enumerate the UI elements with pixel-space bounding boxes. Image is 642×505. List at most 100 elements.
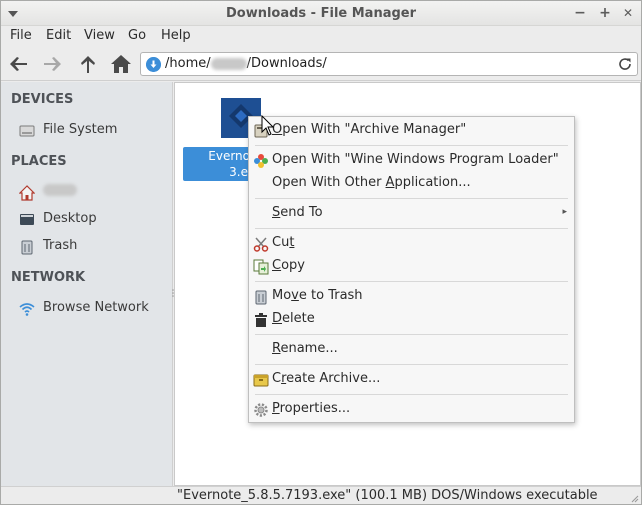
label-text: roperties...	[279, 401, 351, 416]
label-text: e to Trash	[298, 288, 363, 303]
menu-bar: File Edit View Go Help	[1, 26, 641, 48]
sidebar-item-home[interactable]	[19, 183, 169, 203]
menu-file[interactable]: File	[10, 28, 32, 43]
reload-icon[interactable]	[617, 56, 633, 72]
submenu-arrow-icon: ▸	[562, 207, 567, 217]
label-text: ename...	[280, 341, 338, 356]
menu-item-rename[interactable]: Rename...	[249, 339, 574, 361]
sidebar-item-browse-network[interactable]: Browse Network	[19, 299, 169, 319]
menu-item-label: Cut	[272, 235, 294, 250]
redacted-username	[210, 57, 247, 70]
up-button[interactable]	[76, 52, 100, 76]
toolbar: /home/ /Downloads/	[1, 48, 641, 81]
menu-item-create-archive[interactable]: Create Archive...	[249, 369, 574, 391]
file-manager-window: Downloads - File Manager − + ✕ File Edit…	[0, 0, 642, 505]
wine-icon	[254, 154, 268, 168]
sidebar-item-label: Desktop	[43, 211, 97, 226]
menu-item-cut[interactable]: Cut	[249, 233, 574, 255]
menu-separator	[255, 364, 568, 365]
label-text: eate Archive...	[286, 371, 381, 386]
label-text: Open With "Wine Windows Program Loader"	[272, 152, 559, 167]
download-icon	[146, 57, 161, 72]
label-text: opy	[281, 258, 305, 273]
window-title: Downloads - File Manager	[225, 6, 417, 21]
forward-button[interactable]	[40, 52, 64, 76]
menu-go[interactable]: Go	[128, 28, 146, 43]
menu-item-label: Open With "Archive Manager"	[272, 122, 466, 137]
label-text: Open With Other	[272, 175, 386, 190]
menu-item-label: Delete	[272, 311, 315, 326]
home-button[interactable]	[109, 52, 133, 76]
drive-icon	[19, 125, 35, 137]
sidebar-item-file-system[interactable]: File System	[19, 121, 169, 141]
menu-item-label: Open With Other Application...	[272, 175, 471, 190]
menu-separator	[255, 334, 568, 335]
menu-help[interactable]: Help	[161, 28, 191, 43]
network-heading: NETWORK	[11, 270, 86, 285]
label-text: pplication...	[394, 175, 471, 190]
mnemonic: C	[272, 258, 282, 273]
menu-item-open-with-wine[interactable]: Open With "Wine Windows Program Loader"	[249, 150, 574, 172]
mnemonic: v	[291, 288, 299, 303]
menu-item-open-with-other-application[interactable]: Open With Other Application...	[249, 173, 574, 195]
back-button[interactable]	[7, 52, 31, 76]
label-text: Mo	[272, 288, 292, 303]
location-bar[interactable]: /home/ /Downloads/	[140, 52, 638, 76]
mnemonic: t	[289, 235, 295, 250]
menu-item-label: Open With "Wine Windows Program Loader"	[272, 152, 559, 167]
menu-item-label: Properties...	[272, 401, 350, 416]
label-text: elete	[282, 311, 315, 326]
sidebar-item-desktop[interactable]: Desktop	[19, 210, 169, 230]
menu-item-send-to[interactable]: Send To ▸	[249, 203, 574, 225]
location-path-suffix: /Downloads/	[246, 56, 327, 71]
minimize-button[interactable]: −	[572, 5, 588, 21]
menu-separator	[255, 394, 568, 395]
sidebar-item-label: File System	[43, 122, 118, 137]
location-path[interactable]: /home/ /Downloads/	[165, 56, 327, 71]
menu-separator	[255, 198, 568, 199]
close-button[interactable]: ✕	[620, 5, 636, 21]
menu-item-label: Rename...	[272, 341, 338, 356]
menu-item-copy[interactable]: Copy	[249, 256, 574, 278]
trash-icon	[21, 240, 33, 255]
maximize-button[interactable]: +	[597, 5, 613, 21]
menu-item-delete[interactable]: Delete	[249, 309, 574, 331]
label-text: pen With "Archive Manager"	[282, 122, 467, 137]
menu-edit[interactable]: Edit	[46, 28, 71, 43]
resize-grip-icon[interactable]	[629, 493, 639, 503]
desktop-icon	[20, 214, 34, 225]
label-text: C	[272, 371, 282, 386]
sidebar: DEVICES File System PLACES Desktop Trash…	[1, 82, 173, 486]
menu-separator	[255, 281, 568, 282]
redacted-home-name	[43, 184, 77, 196]
sidebar-item-label: Trash	[43, 238, 78, 253]
location-path-prefix: /home/	[165, 56, 211, 71]
mnemonic: P	[272, 401, 280, 416]
menu-item-move-to-trash[interactable]: Move to Trash	[249, 286, 574, 308]
menu-separator	[255, 145, 568, 146]
menu-item-open-with-archive-manager[interactable]: Open With "Archive Manager"	[249, 120, 574, 142]
menu-item-properties[interactable]: Properties...	[249, 399, 574, 421]
label-text: Cu	[272, 235, 290, 250]
sidebar-item-trash[interactable]: Trash	[19, 237, 169, 257]
menu-separator	[255, 228, 568, 229]
menu-item-label: Create Archive...	[272, 371, 380, 386]
places-heading: PLACES	[11, 154, 67, 169]
title-bar[interactable]: Downloads - File Manager − + ✕	[1, 1, 641, 26]
sidebar-item-label: Browse Network	[43, 300, 149, 315]
devices-heading: DEVICES	[11, 92, 74, 107]
delete-icon	[255, 313, 267, 327]
menu-item-label: Copy	[272, 258, 305, 273]
scissors-icon	[253, 237, 269, 252]
create-archive-icon	[253, 374, 269, 387]
mnemonic: D	[272, 311, 283, 326]
menu-item-label: Send To	[272, 205, 323, 220]
menu-item-label: Move to Trash	[272, 288, 363, 303]
menu-view[interactable]: View	[84, 28, 115, 43]
status-bar: "Evernote_5.8.5.7193.exe" (100.1 MB) DOS…	[1, 486, 641, 504]
mouse-pointer-icon	[261, 115, 275, 136]
trash-icon	[255, 290, 267, 305]
label-text: end To	[280, 205, 323, 220]
properties-icon	[254, 403, 268, 417]
context-menu: Open With "Archive Manager" Open With "W…	[248, 116, 575, 423]
